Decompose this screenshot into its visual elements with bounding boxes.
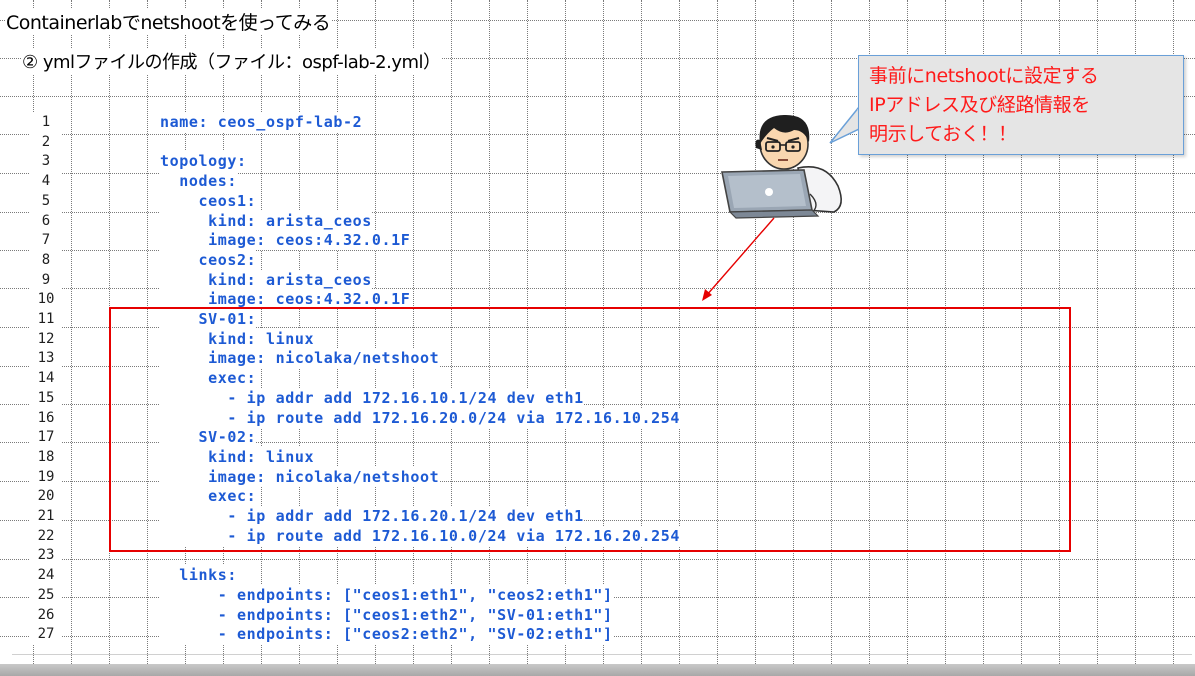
line-number: 12 (30, 328, 62, 349)
code-text: kind: arista_ceos (160, 210, 372, 231)
code-text: ceos2: (160, 249, 257, 270)
line-number: 10 (30, 289, 62, 310)
line-number: 26 (30, 604, 62, 625)
code-line: 24 links: (0, 565, 1000, 586)
line-number: 27 (30, 624, 62, 645)
line-number: 4 (30, 171, 62, 192)
highlight-box (109, 307, 1071, 552)
code-line: 27 - endpoints: ["ceos2:eth2", "SV-02:et… (0, 624, 1000, 645)
line-number: 7 (30, 230, 62, 251)
line-number: 18 (30, 446, 62, 467)
line-number: 17 (30, 427, 62, 448)
line-number: 20 (30, 486, 62, 507)
line-number: 24 (30, 565, 62, 586)
line-number: 19 (30, 466, 62, 487)
line-number: 11 (30, 309, 62, 329)
line-number: 2 (30, 131, 62, 152)
callout-line-2: IPアドレス及び経路情報を (869, 94, 1090, 116)
slide-bottom-divider (12, 654, 1192, 655)
callout-line-3: 明示しておく！！ (869, 123, 1017, 145)
line-number: 3 (30, 151, 62, 172)
line-number: 8 (30, 249, 62, 270)
line-number: 13 (30, 348, 62, 369)
person-at-laptop-illustration (721, 114, 842, 219)
line-number: 5 (30, 190, 62, 211)
line-number: 16 (30, 407, 62, 428)
line-number: 15 (30, 387, 62, 408)
code-text: ceos1: (160, 190, 257, 211)
line-number: 23 (30, 545, 62, 566)
code-text: kind: arista_ceos (160, 269, 372, 290)
line-number: 6 (30, 210, 62, 231)
code-text: links: (160, 565, 238, 586)
code-text: name: ceos_ospf-lab-2 (160, 112, 363, 132)
code-line: 26 - endpoints: ["ceos1:eth2", "SV-01:et… (0, 604, 1000, 625)
arrow-icon (702, 217, 775, 301)
line-number: 21 (30, 506, 62, 526)
code-line: 8 ceos2: (0, 249, 1000, 270)
callout-line-1: 事前にnetshootに設定する (869, 65, 1099, 87)
line-number: 9 (30, 269, 62, 290)
code-text: - endpoints: ["ceos1:eth2", "SV-01:eth1"… (160, 604, 613, 625)
callout-text: 事前にnetshootに設定する IPアドレス及び経路情報を 明示しておく！！ (869, 62, 1179, 149)
code-text: - endpoints: ["ceos1:eth1", "ceos2:eth1"… (160, 584, 613, 605)
code-line: 25 - endpoints: ["ceos1:eth1", "ceos2:et… (0, 584, 1000, 605)
line-number: 1 (30, 112, 62, 132)
line-number: 14 (30, 368, 62, 389)
line-number: 22 (30, 525, 62, 546)
slide-title: Containerlabでnetshootを使ってみる (6, 8, 333, 35)
code-text: topology: (160, 151, 247, 172)
code-text: nodes: (160, 171, 238, 192)
code-text: - endpoints: ["ceos2:eth2", "SV-02:eth1"… (160, 624, 613, 645)
callout-bubble: 事前にnetshootに設定する IPアドレス及び経路情報を 明示しておく！！ (858, 55, 1184, 155)
code-line: 7 image: ceos:4.32.0.1F (0, 230, 1000, 251)
code-line: 9 kind: arista_ceos (0, 269, 1000, 290)
slide-subtitle: ② ymlファイルの作成（ファイル：ospf-lab-2.yml） (22, 48, 441, 74)
window-bottom-bar (0, 664, 1195, 676)
code-text: image: ceos:4.32.0.1F (160, 230, 411, 251)
line-number: 25 (30, 584, 62, 605)
